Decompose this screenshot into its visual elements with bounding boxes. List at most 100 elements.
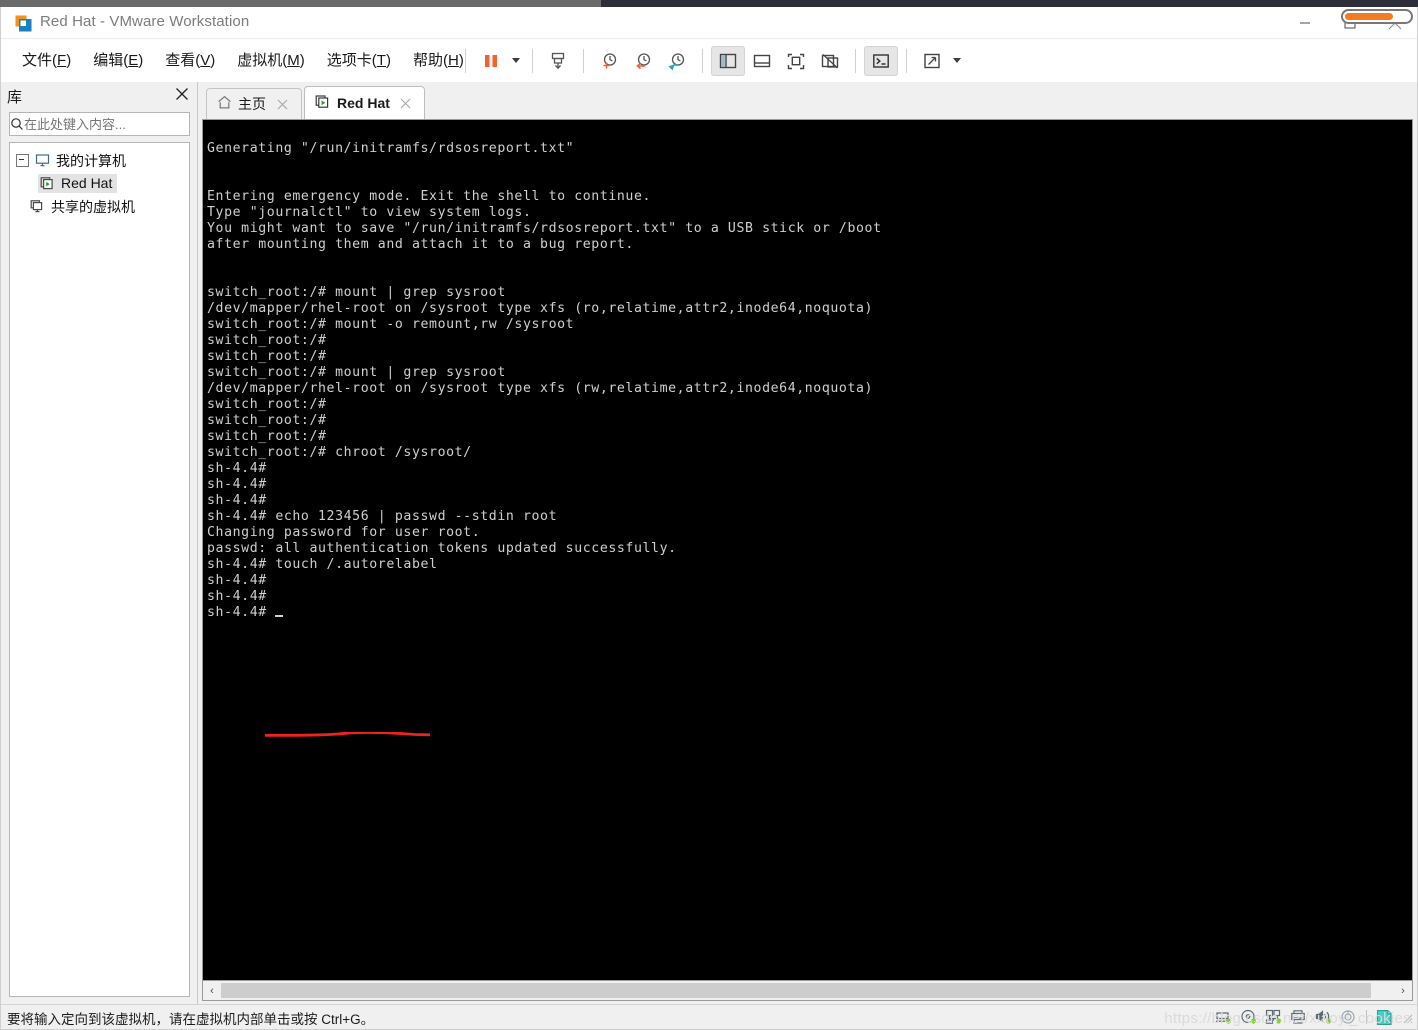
library-search-box[interactable] — [9, 112, 200, 136]
snapshot-manage-button[interactable] — [541, 46, 575, 76]
terminal-line: You might want to save "/run/initramfs/r… — [207, 221, 882, 236]
red-underline-annotation — [265, 732, 430, 737]
menu-item-edit[interactable]: 编辑(E) — [82, 39, 154, 82]
terminal-line: Type "journalctl" to view system logs. — [207, 205, 532, 220]
usb-status-icon[interactable] — [1338, 1007, 1360, 1027]
toolbar-separator-2 — [532, 48, 533, 73]
tab-home-label: 主页 — [238, 96, 266, 112]
menu-item-tabs[interactable]: 选项卡(T) — [316, 39, 402, 82]
revert-snapshot-button[interactable] — [626, 46, 660, 76]
menu-item-file-label: 文件 — [22, 52, 53, 69]
terminal-line: sh-4.4# — [207, 461, 267, 476]
sidebar-item-my-computer-label: 我的计算机 — [56, 152, 126, 169]
vm-horizontal-scrollbar[interactable]: ‹ › — [203, 980, 1412, 1000]
terminal-cursor — [275, 615, 284, 617]
toolbar-separator-6 — [906, 48, 907, 73]
terminal-line: sh-4.4# — [207, 493, 267, 508]
menu-item-file[interactable]: 文件(F) — [11, 39, 82, 82]
terminal-line: sh-4.4# — [207, 589, 267, 604]
resize-grip[interactable] — [1400, 1011, 1413, 1024]
window-title: Red Hat - VMware Workstation — [40, 13, 250, 30]
scrollbar-track[interactable] — [221, 982, 1394, 999]
tab-bar: 主页 Red Hat — [198, 82, 1417, 119]
tab-home-close-icon[interactable] — [274, 96, 290, 112]
terminal-line: switch_root:/# — [207, 333, 327, 348]
menu-item-vm[interactable]: 虚拟机(M) — [226, 39, 316, 82]
tab-red-hat-label: Red Hat — [337, 95, 390, 111]
terminal-line: /dev/mapper/rhel-root on /sysroot type x… — [207, 301, 874, 316]
network-adapter-status-icon[interactable] — [1263, 1007, 1285, 1027]
terminal-line: switch_root:/# mount | grep sysroot — [207, 365, 506, 380]
toolbar-separator-4 — [702, 48, 703, 73]
search-input[interactable] — [24, 116, 200, 132]
menu-bar: 文件(F) 编辑(E) 查看(V) 虚拟机(M) 选项卡(T) 帮助(H) — [1, 39, 1417, 83]
terminal-line: switch_root:/# mount -o remount,rw /sysr… — [207, 317, 575, 332]
stretch-dropdown-chevron-down-icon[interactable] — [949, 46, 965, 76]
console-button[interactable] — [864, 45, 898, 76]
sidebar-item-my-computer[interactable]: 我的计算机 — [10, 149, 189, 172]
terminal-line: Entering emergency mode. Exit the shell … — [207, 189, 652, 204]
desktop-top-strip-left — [0, 0, 601, 7]
terminal-output: Generating "/run/initramfs/rdsosreport.t… — [207, 125, 1412, 621]
take-snapshot-button[interactable] — [592, 46, 626, 76]
tree-expander-icon[interactable] — [16, 154, 29, 167]
library-header: 库 — [1, 82, 197, 110]
menu-item-view-label: 查看 — [165, 52, 196, 69]
library-close-icon[interactable] — [174, 86, 190, 102]
search-icon — [10, 117, 24, 131]
vm-screen[interactable]: Generating "/run/initramfs/rdsosreport.t… — [203, 120, 1412, 981]
snapshot-manager-button[interactable] — [660, 46, 694, 76]
printer-status-icon[interactable] — [1288, 1007, 1310, 1027]
menu-item-vm-label: 虚拟机 — [237, 52, 283, 69]
terminal-line: passwd: all authentication tokens update… — [207, 541, 677, 556]
cd-dvd-status-icon[interactable] — [1238, 1007, 1260, 1027]
content-area: 库 在此处键入内容... 我的计算机 Red Hat 共享的虚拟机 主页 Red… — [1, 82, 1417, 1005]
menu-item-tabs-accel: T — [376, 52, 386, 69]
pause-vm-button[interactable] — [474, 46, 508, 76]
menu-item-help-label: 帮助 — [412, 52, 443, 69]
unity-mode-button[interactable] — [813, 46, 847, 76]
stretch-button[interactable] — [915, 46, 949, 76]
terminal-line: Changing password for user root. — [207, 525, 481, 540]
terminal-line: switch_root:/# — [207, 429, 327, 444]
computer-icon — [35, 153, 50, 168]
fullscreen-button[interactable] — [779, 46, 813, 76]
terminal-line: Generating "/run/initramfs/rdsosreport.t… — [207, 141, 575, 156]
sidebar-item-shared-vms-label: 共享的虚拟机 — [51, 198, 135, 215]
hard-disk-status-icon[interactable] — [1213, 1007, 1235, 1027]
menu-item-file-accel: F — [57, 52, 67, 69]
sidebar-item-red-hat[interactable]: Red Hat — [10, 172, 189, 195]
library-title: 库 — [7, 89, 23, 106]
shared-vm-icon — [30, 199, 45, 214]
terminal-line: switch_root:/# — [207, 349, 327, 364]
scroll-left-arrow-icon[interactable]: ‹ — [203, 982, 221, 999]
status-separator — [1366, 1010, 1367, 1024]
terminal-line: sh-4.4# — [207, 573, 267, 588]
status-message: 要将输入定向到该虚拟机，请在虚拟机内部单击或按 Ctrl+G。 — [7, 1012, 375, 1027]
terminal-line: switch_root:/# chroot /sysroot/ — [207, 445, 472, 460]
sidebar-item-shared-vms[interactable]: 共享的虚拟机 — [10, 195, 189, 218]
vmware-workstation-window: Red Hat - VMware Workstation 文件(F) 编辑(E)… — [0, 0, 1418, 1030]
tab-red-hat[interactable]: Red Hat — [304, 86, 425, 119]
show-library-button[interactable] — [711, 45, 745, 76]
tab-home[interactable]: 主页 — [206, 88, 302, 119]
terminal-line: switch_root:/# — [207, 413, 327, 428]
main-window: Red Hat - VMware Workstation 文件(F) 编辑(E)… — [0, 7, 1418, 1030]
terminal-line: sh-4.4# — [207, 477, 267, 492]
menu-item-view[interactable]: 查看(V) — [154, 39, 226, 82]
power-dropdown-chevron-down-icon[interactable] — [508, 46, 524, 76]
minimize-button[interactable] — [1282, 7, 1327, 38]
terminal-line: switch_root:/# — [207, 397, 327, 412]
tab-red-hat-close-icon[interactable] — [398, 95, 414, 111]
menu-item-view-accel: V — [200, 52, 211, 69]
message-log-icon[interactable] — [1373, 1007, 1395, 1027]
scrollbar-thumb[interactable] — [221, 983, 1371, 998]
terminal-line: sh-4.4# touch /.autorelabel — [207, 557, 438, 572]
sound-card-status-icon[interactable] — [1313, 1007, 1335, 1027]
show-thumbnail-bar-button[interactable] — [745, 46, 779, 76]
scroll-right-arrow-icon[interactable]: › — [1394, 982, 1412, 999]
